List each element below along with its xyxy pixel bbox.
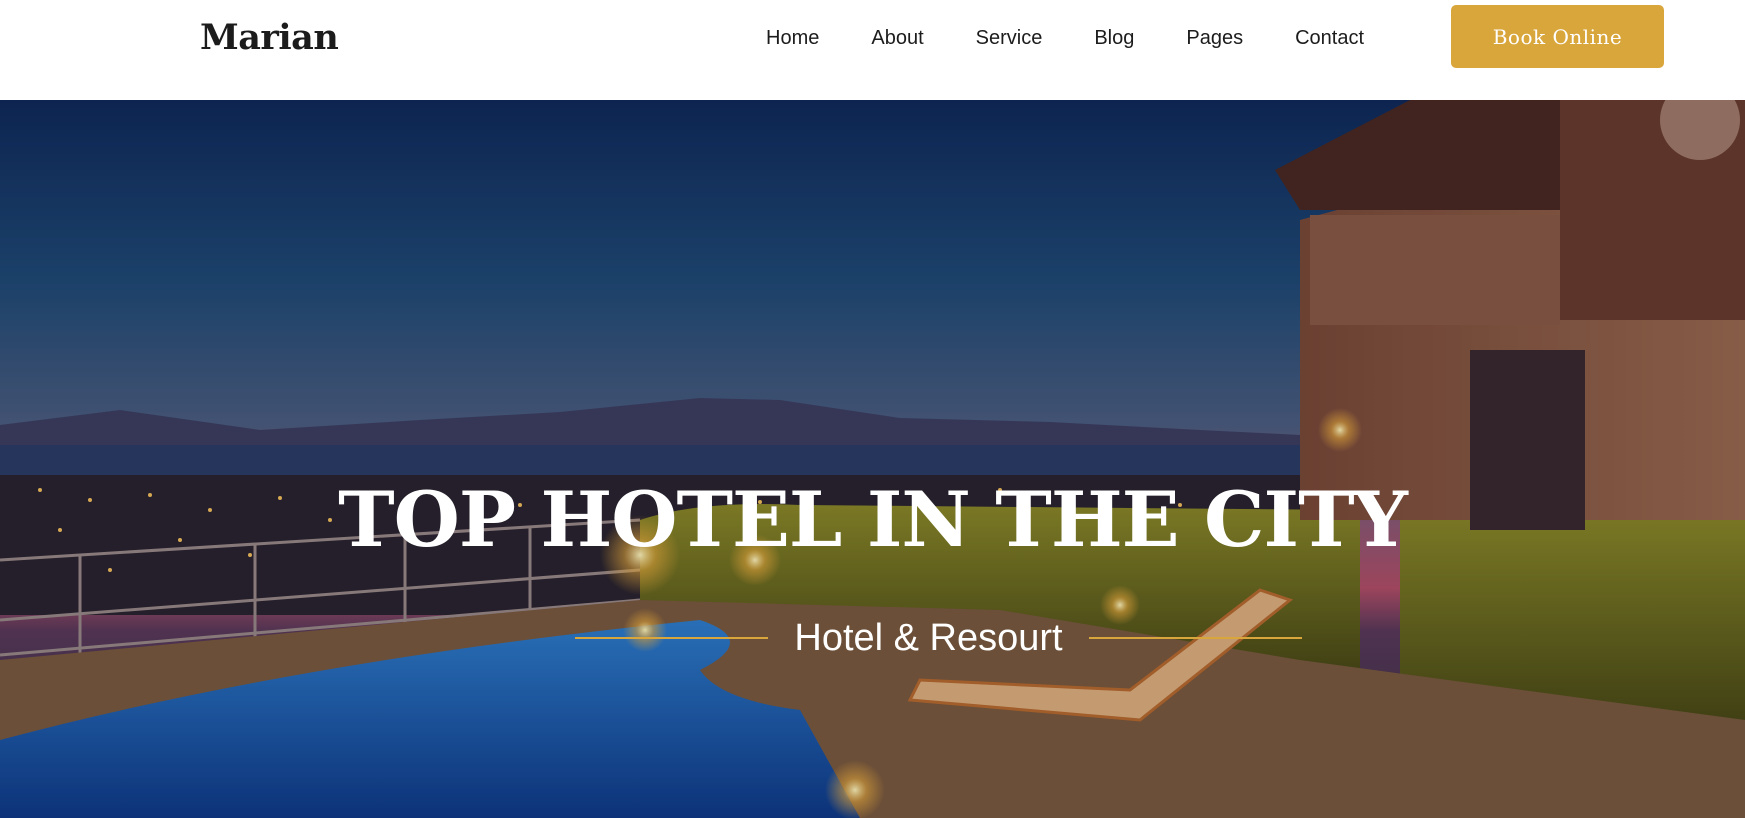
nav-link-about[interactable]: About — [871, 18, 923, 58]
hero-banner: TOP HOTEL IN THE CITY Hotel & Resourt — [0, 100, 1745, 818]
nav-link-contact[interactable]: Contact — [1295, 18, 1364, 58]
hero-overlay — [0, 100, 1745, 818]
book-online-button[interactable]: Book Online — [1451, 5, 1664, 68]
subtitle-divider-right — [1089, 637, 1302, 639]
site-header: Marian Home About Service Blog Pages Con… — [0, 0, 1745, 100]
nav-link-pages[interactable]: Pages — [1186, 18, 1243, 58]
nav-link-blog[interactable]: Blog — [1094, 18, 1134, 58]
nav-link-service[interactable]: Service — [976, 18, 1043, 58]
main-nav: Home About Service Blog Pages Contact — [766, 18, 1364, 58]
subtitle-divider-left — [575, 637, 768, 639]
hero-subtitle: Hotel & Resourt — [794, 617, 1063, 659]
site-logo[interactable]: Marian — [200, 14, 339, 62]
hero-title: TOP HOTEL IN THE CITY — [338, 475, 1408, 564]
nav-link-home[interactable]: Home — [766, 18, 819, 58]
hero-subtitle-row: Hotel & Resourt — [0, 610, 1745, 666]
